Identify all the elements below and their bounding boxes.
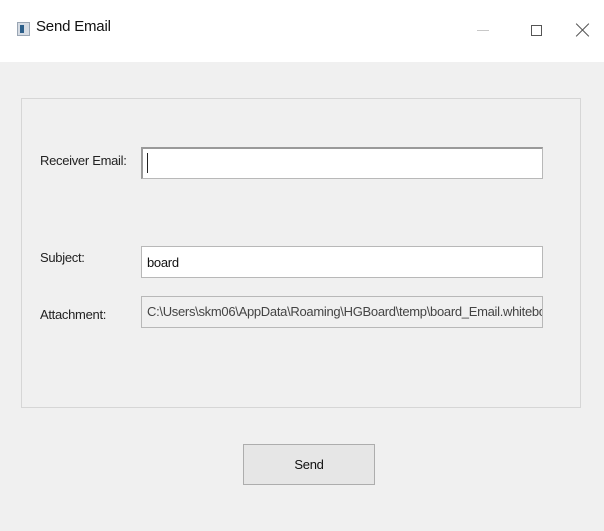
subject-input[interactable] [141,246,543,278]
send-email-window: Send Email Receiver Email: Subject: Atta… [0,0,604,531]
title-bar[interactable]: Send Email [0,0,604,62]
app-window-icon [17,22,30,36]
subject-label: Subject: [40,250,85,265]
text-cursor [147,153,148,173]
receiver-email-input[interactable] [141,147,543,179]
attachment-path-field[interactable]: C:\Users\skm06\AppData\Roaming\HGBoard\t… [141,296,543,328]
minimize-icon [477,29,489,31]
maximize-button[interactable] [516,10,556,50]
close-button[interactable] [563,10,603,50]
maximize-icon [530,24,542,36]
send-button[interactable]: Send [243,444,375,485]
window-title: Send Email [36,18,111,35]
close-icon [576,23,590,37]
attachment-label: Attachment: [40,307,107,322]
receiver-email-label: Receiver Email: [40,153,127,168]
minimize-button[interactable] [463,10,503,50]
